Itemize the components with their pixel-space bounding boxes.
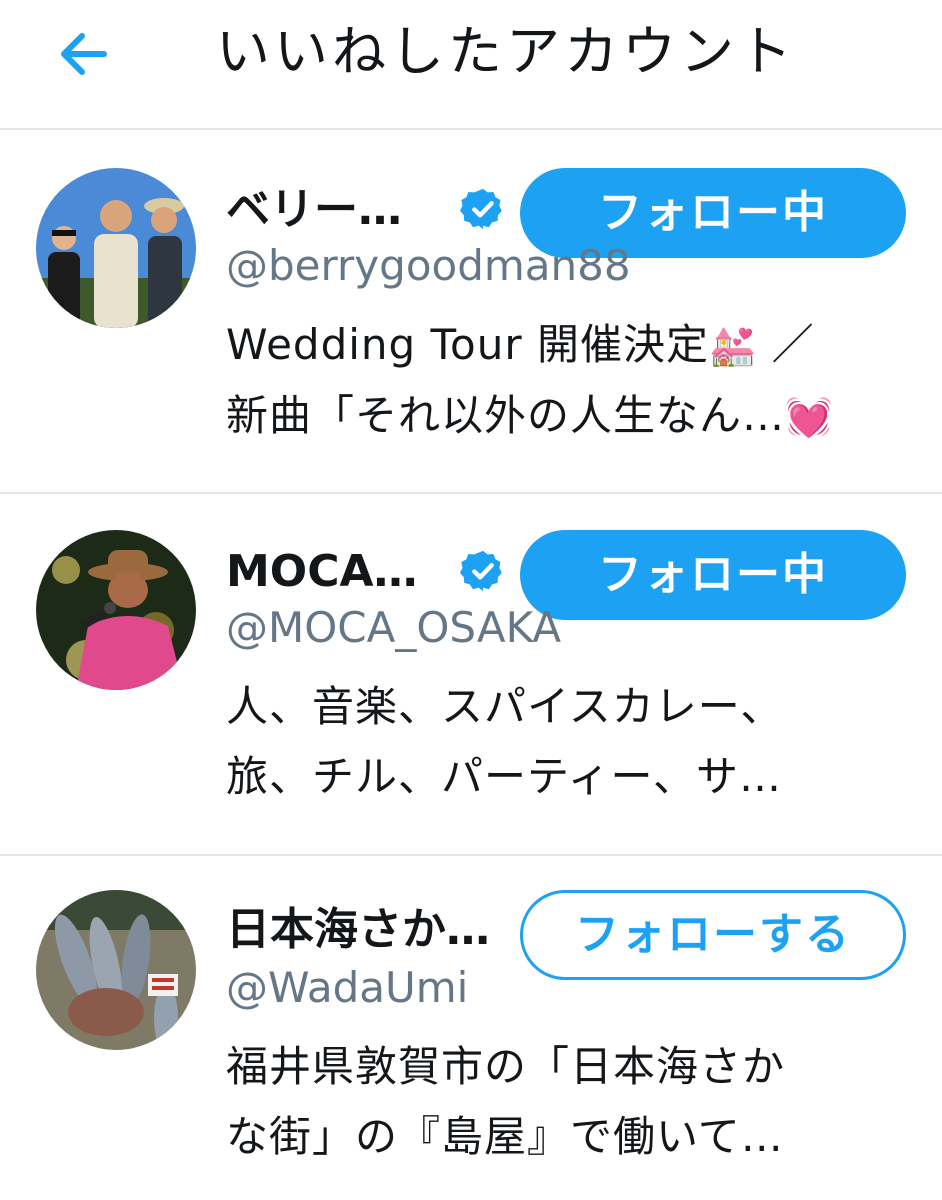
bio-line: 旅、チル、パーティー、サ… <box>226 752 783 801</box>
back-button[interactable] <box>52 22 116 86</box>
avatar[interactable] <box>36 530 196 690</box>
bio-text: 新曲「それ以外の人生なん… <box>226 391 786 440</box>
verified-badge-icon <box>460 550 502 592</box>
bio-text: ／ <box>771 320 815 369</box>
top-bar: いいねしたアカウント <box>0 0 942 130</box>
avatar[interactable] <box>36 890 196 1050</box>
account-handle: @WadaUmi <box>226 963 469 1012</box>
bio-line: 新曲「それ以外の人生なん…💓 <box>226 381 916 452</box>
account-handle: @MOCA_OSAKA <box>226 603 562 652</box>
list-item[interactable]: MOCA… フォロー中 @MOCA_OSAKA 人、音楽、スパイスカレー、 旅、… <box>0 494 942 856</box>
account-bio: 福井県敦賀市の「日本海さか な街」の『島屋』で働いて… <box>226 1032 916 1172</box>
follow-button[interactable]: フォローする <box>520 890 906 980</box>
verified-badge-icon <box>460 188 502 230</box>
bio-line: 福井県敦賀市の「日本海さか <box>226 1042 786 1091</box>
following-button[interactable]: フォロー中 <box>520 530 906 620</box>
list-item[interactable]: 日本海さか… フォローする @WadaUmi 福井県敦賀市の「日本海さか な街」… <box>0 856 942 1200</box>
avatar[interactable] <box>36 168 196 328</box>
list-item[interactable]: ベリー… フォロー中 @berrygoodman88 Wedding Tour … <box>0 130 942 494</box>
bio-line: な街」の『島屋』で働いて… <box>226 1112 784 1161</box>
account-name[interactable]: MOCA… <box>226 542 418 602</box>
account-handle: @berrygoodman88 <box>226 241 631 290</box>
wedding-chapel-icon: 💒 <box>708 324 758 368</box>
arrow-left-icon <box>61 33 107 75</box>
bio-text: Wedding Tour 開催決定 <box>226 320 709 369</box>
account-bio: 人、音楽、スパイスカレー、 旅、チル、パーティー、サ… <box>226 672 916 812</box>
page-title: いいねしたアカウント <box>216 20 796 83</box>
bio-line: Wedding Tour 開催決定💒 ／ <box>226 310 916 381</box>
account-bio: Wedding Tour 開催決定💒 ／ 新曲「それ以外の人生なん…💓 <box>226 310 916 452</box>
heart-icon: 💓 <box>785 395 834 439</box>
account-name[interactable]: ベリー… <box>226 180 402 240</box>
bio-line: 人、音楽、スパイスカレー、 <box>226 682 784 731</box>
account-name[interactable]: 日本海さか… <box>226 900 490 960</box>
